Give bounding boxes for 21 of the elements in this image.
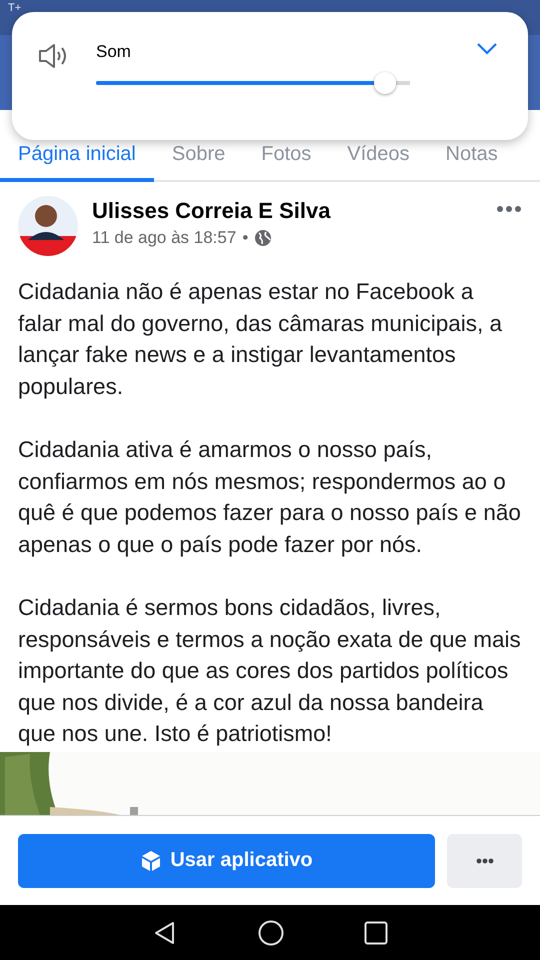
tab[interactable]: Fotos — [243, 143, 330, 182]
post-paragraph: Cidadania não é apenas estar no Facebook a falar mal do governo, das câmaras municipais, a lançar fake news e a instigar levantamentos populares. — [18, 278, 503, 401]
chevron-down-icon[interactable] — [476, 42, 498, 56]
tab[interactable]: Notas — [428, 143, 516, 182]
tab[interactable]: Vídeos — [329, 143, 428, 182]
recents-icon[interactable] — [364, 920, 388, 944]
slider-thumb[interactable] — [374, 72, 396, 94]
cube-icon — [140, 850, 162, 872]
carrier-label: T+ — [8, 2, 22, 14]
globe-icon — [254, 229, 272, 247]
use-app-button[interactable]: Usar aplicativo — [18, 834, 435, 888]
author-name[interactable]: Ulisses Correia E Silva — [92, 198, 482, 224]
home-icon[interactable] — [258, 920, 284, 946]
more-icon — [476, 858, 494, 864]
post-paragraph: Cidadania ativa é amarmos o nosso país, confiarmos em nós mesmos; respondermos ao o quê é que podemos fazer para o nosso país e não apenas o que o país pode fazer por nós. — [18, 436, 522, 559]
post-paragraph: Cidadania é sermos bons cidadãos, livres, responsáveis e termos a noção exata de que mais importante do que as cores dos partidos políticos que nos divide, é a cor azul da nossa bandeira que nos une. Isto é patriotismo! — [18, 594, 522, 748]
volume-label: Som — [96, 42, 132, 62]
post-time[interactable]: 11 de ago às 18:57 — [92, 228, 236, 248]
separator-dot: • — [242, 228, 248, 248]
tab[interactable]: Sobre — [154, 143, 244, 182]
more-options-icon[interactable] — [496, 204, 522, 214]
